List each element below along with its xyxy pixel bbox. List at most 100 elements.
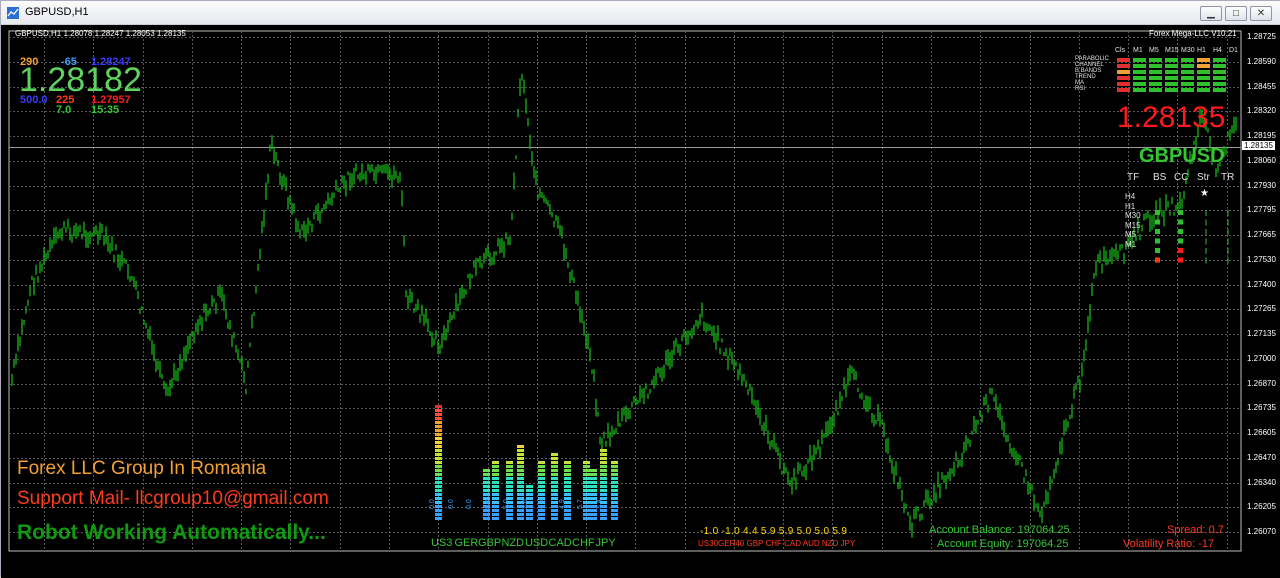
strength-bar-segment	[506, 465, 513, 468]
strength-bar-segment	[506, 473, 513, 476]
strength-bar-segment	[506, 517, 513, 520]
strength-bar-segment	[611, 473, 618, 476]
time-axis[interactable]: 24 May 2024 27 May 11:00 28 May 19:00 30 Ma…	[1, 554, 1280, 578]
time-axis-label: 21 Jun 03:00	[750, 559, 797, 568]
price-chart[interactable]: GBPUSD,H1 1.28078 1.28247 1.28053 1.2813…	[1, 25, 1280, 578]
signal-cell	[1213, 58, 1226, 62]
symbol-name: GBPUSD	[1139, 145, 1225, 167]
strength-bar-segment	[435, 437, 442, 440]
strength-bar-segment	[526, 485, 533, 488]
strength-bar-segment	[506, 509, 513, 512]
price-axis-label: 1.26735	[1247, 403, 1276, 412]
account-equity: Account Equity: 197064.25	[937, 538, 1069, 550]
strength-bar-segment	[483, 509, 490, 512]
strength-bar-segment	[600, 485, 607, 488]
time-axis-label: 17 Jun 03:00	[602, 559, 649, 568]
strength-bar-segment	[590, 469, 597, 472]
strength-bar-segment	[583, 505, 590, 508]
signal-cell	[1149, 88, 1162, 92]
strength-bar-segment	[564, 465, 571, 468]
signal-cell	[1181, 58, 1194, 62]
strength-bar-segment	[583, 517, 590, 520]
strength-bar-segment	[551, 489, 558, 492]
strength-bar-segment	[551, 453, 558, 456]
strength-bar-segment	[435, 497, 442, 500]
time-axis-label: 4 Jul 11:00	[1095, 559, 1134, 568]
strength-bar-segment	[590, 477, 597, 480]
window-title: GBPUSD,H1	[25, 6, 89, 18]
strength-bar-segment	[526, 493, 533, 496]
close-icon: ✕	[1256, 8, 1266, 19]
time-axis-label: 30 May 03:00	[159, 559, 208, 568]
strength-bar-segment	[551, 493, 558, 496]
strength-bar-segment	[435, 417, 442, 420]
company-message: Forex LLC Group In Romania	[17, 458, 267, 479]
strength-bar-segment	[435, 513, 442, 516]
maximize-button[interactable]: □	[1225, 6, 1247, 21]
strength-bar-segment	[590, 489, 597, 492]
price-axis-label: 1.27795	[1247, 205, 1276, 214]
currency-label-jpy: JPY	[595, 537, 616, 549]
strength-bar-segment	[583, 489, 590, 492]
strength-bar-segment	[551, 501, 558, 504]
strength-bar-segment	[526, 489, 533, 492]
strength-bar-segment	[600, 493, 607, 496]
strength-bar-segment	[611, 493, 618, 496]
strength-bar-segment	[483, 481, 490, 484]
strength-bar-segment	[492, 509, 499, 512]
signal-timeframe-header: M15	[1165, 47, 1179, 54]
price-axis-label: 1.27530	[1247, 255, 1276, 264]
signal-cell	[1197, 70, 1210, 74]
strength-bar-segment	[590, 513, 597, 516]
signal-timeframe-header: H1	[1197, 47, 1206, 54]
price-axis-label: 1.27665	[1247, 230, 1276, 239]
price-axis-label: 1.27135	[1247, 329, 1276, 338]
signal-cell	[1149, 76, 1162, 80]
strength-bar-segment	[506, 493, 513, 496]
signal-timeframe-header: H4	[1213, 47, 1222, 54]
strength-value: 3.4	[595, 499, 603, 509]
time-axis-label: 13 Jun 19:00	[553, 559, 600, 568]
robot-status-message: Robot Working Automatically...	[17, 521, 326, 544]
strength-bar-segment	[611, 469, 618, 472]
strength-bar-segment	[564, 469, 571, 472]
table-header-str: Str	[1197, 172, 1210, 183]
strength-value: 5.3	[540, 499, 547, 509]
strength-bar-segment	[517, 489, 524, 492]
strength-bar-segment	[492, 461, 499, 464]
signal-cell	[1133, 64, 1146, 68]
minimize-button[interactable]: ▁	[1200, 6, 1222, 21]
tf-cc-indicator	[1178, 219, 1183, 225]
strength-bar-segment	[590, 517, 597, 520]
tf-row-label: H1	[1125, 201, 1136, 211]
strength-bar-segment	[435, 501, 442, 504]
strength-bar-segment	[600, 449, 607, 452]
signal-timeframe-header: M30	[1181, 47, 1195, 54]
strength-bar-segment	[583, 477, 590, 480]
strength-bar-segment	[435, 449, 442, 452]
strength-bar-segment	[435, 405, 442, 408]
time-axis-label: 5 Jul 19:00	[1144, 559, 1184, 568]
strength-bar-segment	[551, 461, 558, 464]
strength-value: 0.0	[466, 499, 473, 509]
spread-label: Spread: 0.7	[1167, 524, 1224, 536]
signal-cell	[1181, 88, 1194, 92]
strength-bar-segment	[600, 489, 607, 492]
strength-bar-segment	[492, 513, 499, 516]
signal-cell	[1213, 64, 1226, 68]
strength-bar-segment	[611, 497, 618, 500]
signal-cell	[1149, 58, 1162, 62]
title-bar[interactable]: GBPUSD,H1 ▁ □ ✕	[1, 1, 1280, 25]
strength-bar-segment	[435, 441, 442, 444]
strength-bar-segment	[483, 489, 490, 492]
strength-bar-segment	[435, 425, 442, 428]
strength-bar-segment	[517, 485, 524, 488]
strength-bar-segment	[517, 453, 524, 456]
price-axis-label: 1.28320	[1247, 106, 1276, 115]
strength-value: 5.7	[577, 499, 584, 509]
close-button[interactable]: ✕	[1250, 6, 1272, 21]
quote-bottom-left: 500.0	[20, 94, 48, 106]
strength-bar-segment	[492, 465, 499, 468]
signal-cell	[1117, 88, 1130, 92]
time-axis-label: 28 May 19:00	[110, 559, 159, 568]
